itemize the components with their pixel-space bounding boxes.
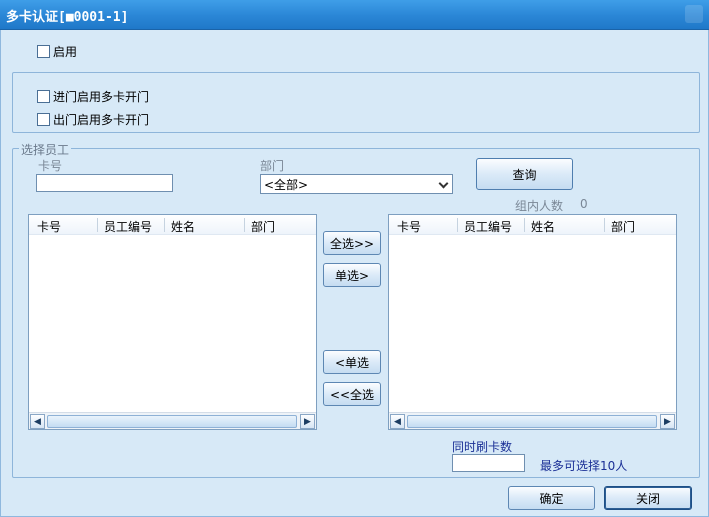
dept-select-value: <全部> (264, 177, 309, 192)
simultaneous-count-label: 同时刷卡数 (452, 440, 513, 454)
col-card-no[interactable]: 卡号 (31, 218, 61, 234)
select-employee-legend: 选择员工 (19, 141, 72, 158)
exit-multicard-row[interactable]: 出门启用多卡开门 (37, 111, 149, 128)
exit-multicard-label: 出门启用多卡开门 (53, 113, 150, 127)
chevron-down-icon (438, 178, 449, 189)
selected-list-header: 卡号 员工编号 姓名 部门 (389, 215, 676, 235)
system-button[interactable] (685, 5, 703, 23)
col-employee-no[interactable]: 员工编号 (457, 218, 512, 234)
scroll-thumb[interactable] (47, 415, 297, 428)
dialog-body: 启用 进门启用多卡开门 出门启用多卡开门 选择员工 卡号 部门 <全部> 查询 … (0, 30, 709, 517)
remove-one-button[interactable]: <单选 (323, 350, 381, 374)
col-card-no[interactable]: 卡号 (391, 218, 421, 234)
card-no-input[interactable] (36, 174, 173, 192)
col-department[interactable]: 部门 (244, 218, 275, 234)
remove-all-button[interactable]: <<全选 (323, 382, 381, 406)
close-button[interactable]: 关闭 (604, 486, 692, 510)
available-list-hscroll[interactable]: ◀ ▶ (29, 412, 316, 429)
ok-button[interactable]: 确定 (508, 486, 595, 510)
query-button[interactable]: 查询 (476, 158, 573, 190)
door-options-group: 进门启用多卡开门 出门启用多卡开门 (12, 72, 700, 133)
available-employee-list[interactable]: 卡号 员工编号 姓名 部门 ◀ ▶ (28, 214, 317, 430)
window-title: 多卡认证[■0001-1] (6, 10, 129, 25)
col-department[interactable]: 部门 (604, 218, 635, 234)
scroll-left-icon[interactable]: ◀ (390, 414, 405, 429)
scroll-left-icon[interactable]: ◀ (30, 414, 45, 429)
entry-multicard-row[interactable]: 进门启用多卡开门 (37, 88, 149, 105)
simultaneous-count-input[interactable] (452, 454, 525, 472)
scroll-thumb[interactable] (407, 415, 657, 428)
enable-checkbox[interactable] (37, 45, 50, 58)
enable-checkbox-row[interactable]: 启用 (37, 43, 77, 60)
col-name[interactable]: 姓名 (164, 218, 195, 234)
simultaneous-max-hint: 最多可选择10人 (540, 459, 628, 473)
group-count-value: 0 (580, 197, 588, 211)
selected-list-hscroll[interactable]: ◀ ▶ (389, 412, 676, 429)
add-all-button[interactable]: 全选>> (323, 231, 381, 255)
col-name[interactable]: 姓名 (524, 218, 555, 234)
dept-label: 部门 (260, 159, 285, 173)
exit-multicard-checkbox[interactable] (37, 113, 50, 126)
available-list-header: 卡号 员工编号 姓名 部门 (29, 215, 316, 235)
selected-employee-list[interactable]: 卡号 员工编号 姓名 部门 ◀ ▶ (388, 214, 677, 430)
group-count-label: 组内人数 (515, 199, 564, 213)
card-no-label: 卡号 (38, 159, 63, 173)
entry-multicard-label: 进门启用多卡开门 (53, 90, 150, 104)
scroll-right-icon[interactable]: ▶ (300, 414, 315, 429)
add-one-button[interactable]: 单选> (323, 263, 381, 287)
scroll-right-icon[interactable]: ▶ (660, 414, 675, 429)
col-employee-no[interactable]: 员工编号 (97, 218, 152, 234)
entry-multicard-checkbox[interactable] (37, 90, 50, 103)
title-bar: 多卡认证[■0001-1] (0, 0, 709, 30)
dept-select[interactable]: <全部> (260, 174, 453, 194)
enable-label: 启用 (53, 45, 78, 59)
